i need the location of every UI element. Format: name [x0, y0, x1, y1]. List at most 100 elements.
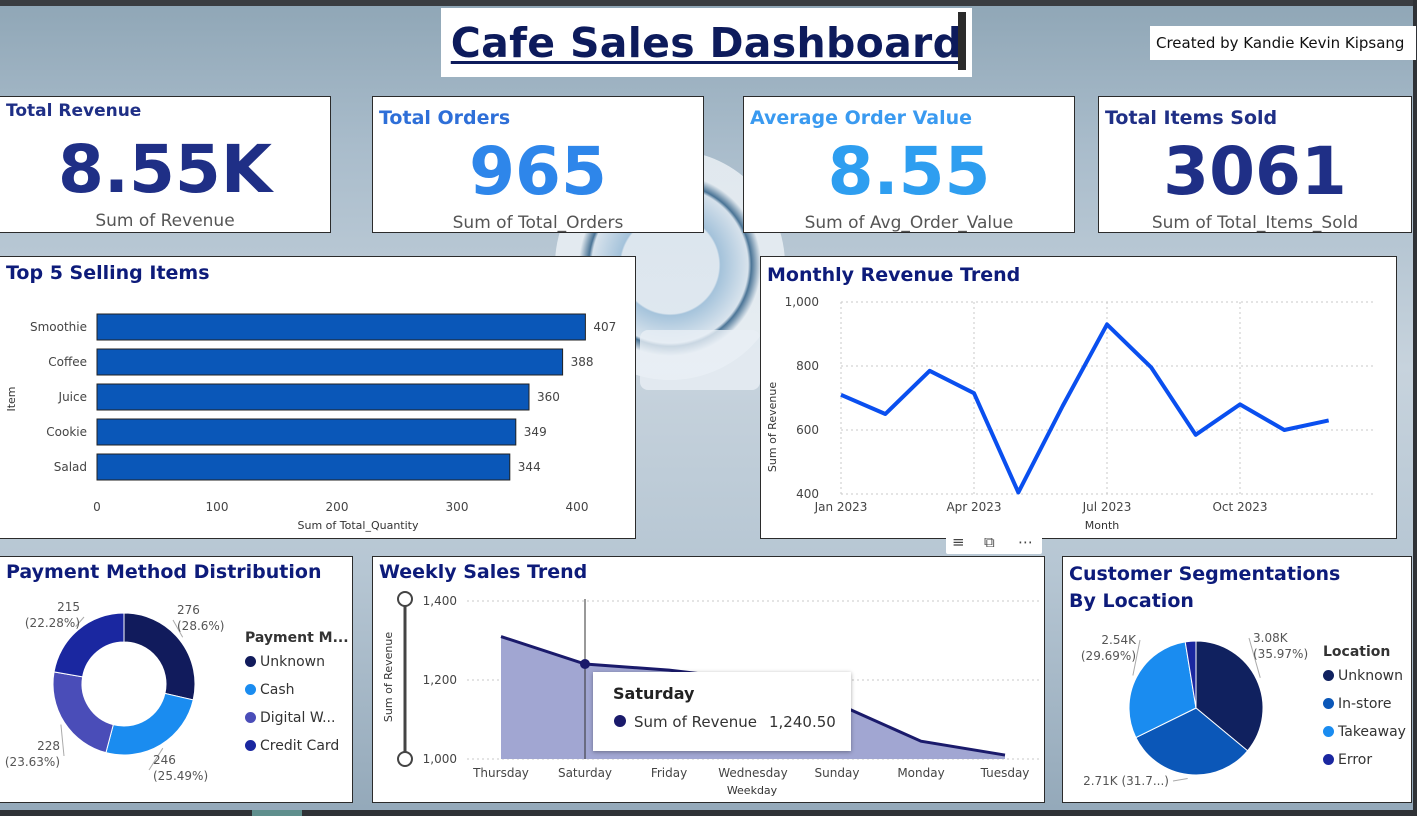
hover-point — [580, 659, 590, 670]
x-tick-label: Oct 2023 — [1212, 500, 1267, 514]
data-label: 276 — [177, 603, 200, 617]
data-label: (35.97%) — [1253, 647, 1308, 661]
data-label: 407 — [593, 320, 616, 334]
data-label: (29.69%) — [1081, 649, 1136, 663]
kpi-card-total-orders[interactable]: Total Orders 965 Sum of Total_Orders — [372, 96, 704, 233]
data-label: (25.49%) — [153, 769, 208, 783]
legend-item[interactable]: Credit Card — [245, 738, 339, 754]
tooltip-title: Saturday — [613, 684, 695, 703]
legend-item[interactable]: Error — [1323, 752, 1372, 768]
data-label: 349 — [524, 425, 547, 439]
data-label: 388 — [571, 355, 594, 369]
y-tick-label: Smoothie — [30, 320, 87, 334]
y-tick-label: Salad — [54, 460, 87, 474]
kpi-label: Sum of Total_Orders — [452, 213, 624, 233]
y-tick-label: Coffee — [48, 355, 87, 369]
legend-item[interactable]: In-store — [1323, 696, 1391, 712]
customer-segmentation-card[interactable]: Customer Segmentations By Location 3.08K… — [1062, 556, 1412, 803]
x-tick-label: 100 — [206, 500, 229, 514]
kpi-value: 3061 — [1163, 133, 1347, 210]
legend-marker — [1323, 670, 1334, 681]
kpi-label: Sum of Avg_Order_Value — [804, 213, 1014, 233]
data-label: 344 — [518, 460, 541, 474]
legend-label: In-store — [1338, 696, 1392, 712]
visual-header-toolbar: ≡ ⧉ ⋯ — [946, 532, 1042, 554]
data-label: 3.08K — [1253, 631, 1289, 645]
legend-marker — [1323, 698, 1334, 709]
zoom-slider-handle-bottom[interactable] — [397, 751, 413, 767]
window-right-edge — [1413, 0, 1417, 816]
kpi-card-average-order-value[interactable]: Average Order Value 8.55 Sum of Avg_Orde… — [743, 96, 1075, 233]
kpi-label: Sum of Revenue — [95, 211, 235, 231]
legend-label: Unknown — [260, 654, 325, 670]
x-tick-label: 200 — [326, 500, 349, 514]
legend-label: Credit Card — [260, 738, 340, 754]
legend-label: Unknown — [1338, 668, 1403, 684]
bottom-bar-segment — [252, 810, 302, 816]
legend-title: Payment M... — [245, 630, 349, 646]
top-items-bar-chart: Item Sum of Total_Quantity 0 100 200 300 400… — [5, 313, 616, 532]
kpi-title: Total Revenue — [6, 101, 142, 121]
y-tick-label: 1,000 — [423, 752, 457, 766]
x-tick-label: Tuesday — [980, 766, 1030, 780]
legend-marker — [245, 712, 256, 723]
data-label: 215 — [57, 600, 80, 614]
legend-label: Cash — [260, 682, 295, 698]
legend-item[interactable]: Takeaway — [1323, 724, 1406, 740]
x-axis-label: Sum of Total_Quantity — [298, 519, 419, 532]
window-bottom-bar — [0, 810, 1417, 816]
background-decor — [640, 330, 760, 390]
data-label: 246 — [153, 753, 176, 767]
legend-marker — [245, 684, 256, 695]
data-label: 360 — [537, 390, 560, 404]
tooltip-value: 1,240.50 — [769, 713, 836, 731]
bar — [96, 348, 564, 376]
legend-title: Location — [1323, 644, 1391, 660]
data-label: 2.54K — [1101, 633, 1137, 647]
x-tick-label: Wednesday — [718, 766, 787, 780]
y-tick-label: 1,400 — [423, 594, 457, 608]
data-label: (22.28%) — [25, 616, 80, 630]
y-axis-label: Item — [5, 386, 18, 411]
y-axis-label: Sum of Revenue — [382, 632, 395, 722]
payment-method-card[interactable]: Payment Method Distribution 276 (28.6%) 24… — [0, 556, 353, 803]
x-tick-label: Sunday — [815, 766, 860, 780]
y-tick-label: 800 — [796, 359, 819, 373]
bar — [96, 383, 530, 411]
zoom-slider-handle-top[interactable] — [397, 591, 413, 607]
data-label: (28.6%) — [177, 619, 224, 633]
legend-marker — [245, 740, 256, 751]
legend-label: Takeaway — [1338, 724, 1406, 740]
kpi-title: Total Items Sold — [1105, 107, 1278, 129]
x-tick-label: 400 — [566, 500, 589, 514]
series-line — [840, 322, 1330, 495]
legend-item[interactable]: Unknown — [1323, 668, 1403, 684]
author-credit: Created by Kandie Kevin Kipsang — [1150, 26, 1416, 60]
legend-label: Error — [1338, 752, 1373, 768]
data-tooltip: Saturday Sum of Revenue 1,240.50 — [593, 672, 851, 751]
top-selling-items-card[interactable]: Top 5 Selling Items Item Sum of Total_Qu… — [0, 256, 636, 539]
legend-item[interactable]: Digital W... — [245, 710, 335, 726]
bar — [96, 418, 517, 446]
kpi-value: 8.55 — [827, 133, 991, 210]
more-options-icon[interactable]: ⋯ — [1018, 533, 1033, 551]
kpi-title: Average Order Value — [750, 107, 972, 129]
legend-item[interactable]: Unknown — [245, 654, 325, 670]
kpi-label: Sum of Total_Items_Sold — [1151, 213, 1359, 233]
window-top-bar — [0, 0, 1417, 6]
y-tick-label: 600 — [796, 423, 819, 437]
focus-mode-icon[interactable]: ⧉ — [984, 533, 995, 551]
x-axis-label: Month — [1085, 519, 1120, 532]
y-tick-label: Cookie — [46, 425, 87, 439]
page-title: Cafe Sales Dashboard — [450, 18, 963, 67]
filter-icon[interactable]: ≡ — [952, 533, 965, 551]
kpi-card-total-revenue[interactable]: Total Revenue 8.55K Sum of Revenue — [0, 96, 331, 233]
y-axis-label: Sum of Revenue — [766, 382, 779, 472]
kpi-card-total-items-sold[interactable]: Total Items Sold 3061 Sum of Total_Items… — [1098, 96, 1412, 233]
y-tick-label: 400 — [796, 487, 819, 501]
legend-item[interactable]: Cash — [245, 682, 295, 698]
monthly-revenue-trend-card[interactable]: Monthly Revenue Trend Sum of Revenue Mon… — [760, 256, 1397, 539]
dashboard-title-card: Cafe Sales Dashboard — [441, 8, 972, 77]
x-tick-label: Apr 2023 — [946, 500, 1001, 514]
x-tick-label: Saturday — [558, 766, 612, 780]
